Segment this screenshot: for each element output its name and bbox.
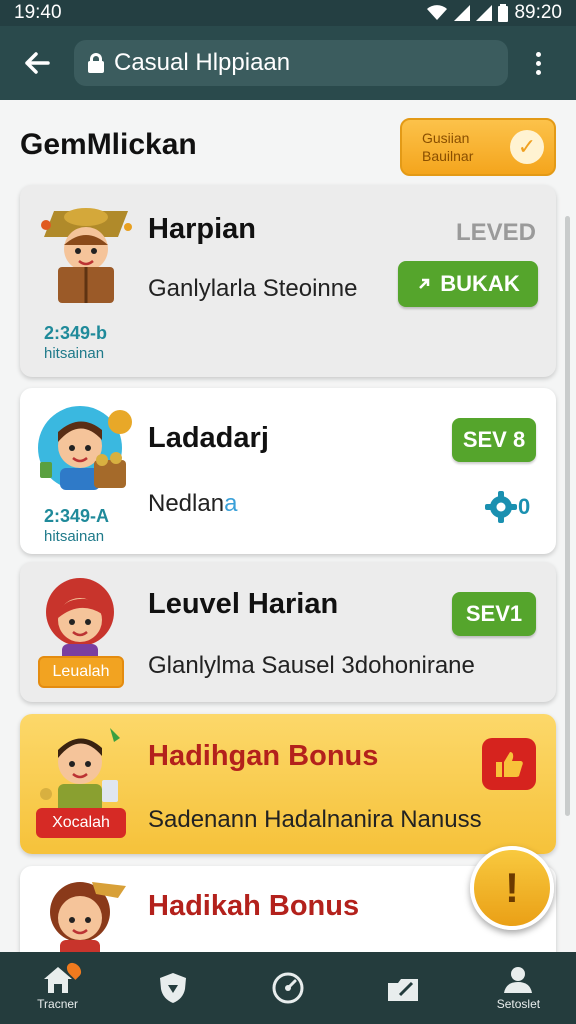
exclamation-icon: ! [505, 864, 519, 911]
level-button[interactable]: SEV 8 [452, 418, 536, 462]
wifi-icon [427, 5, 448, 20]
person-icon [504, 967, 533, 993]
mission-code: 2:349-A [44, 506, 110, 526]
bottom-navigation: Tracner Setoslet [0, 952, 576, 1024]
like-button[interactable] [482, 738, 536, 790]
dot-icon [535, 69, 541, 75]
top-action-button[interactable]: Gusiian Bauilnar ✓ [400, 118, 556, 176]
nav-item-shield[interactable] [115, 952, 230, 1024]
category-badge: Leualah [38, 656, 124, 688]
open-button[interactable]: BUKAK [398, 261, 538, 307]
status-bar: 19:40 89:20 [0, 0, 576, 26]
farmer-avatar-icon [38, 406, 132, 490]
app-bar: Casual Hlppiaan [0, 26, 576, 100]
girl-avatar-icon [46, 578, 114, 664]
shield-icon [159, 973, 186, 1003]
folder-icon [388, 979, 419, 1001]
status-time: 19:40 [14, 2, 62, 23]
gear-icon [485, 491, 517, 523]
dot-icon [535, 51, 541, 57]
content-area[interactable]: GemMlickan Gusiian Bauilnar ✓ 2:349-b hi… [0, 100, 576, 952]
nav-item-home[interactable]: Tracner [0, 952, 115, 1024]
settings-toggle[interactable]: 0 [484, 490, 530, 524]
bonus-badge: Xocalah [36, 808, 126, 838]
mission-owner: hitsainan [44, 345, 105, 362]
card-subtitle-text: Nedlan [148, 490, 225, 517]
page-title: GemMlickan [20, 128, 197, 161]
level-button[interactable]: SEV1 [452, 592, 536, 636]
scrollbar[interactable] [565, 216, 570, 816]
top-action-line1: Gusiian [422, 130, 470, 146]
mission-card-3[interactable]: Leualah Leuvel Harian Glanlylma Sausel 3… [20, 562, 556, 702]
card-subtitle: Sadenann Hadalnanira Nanuss [148, 806, 482, 833]
trader-avatar-icon [40, 728, 120, 814]
gauge-icon [272, 972, 304, 1004]
dot-icon [535, 60, 541, 66]
battery-icon [498, 4, 509, 22]
ranger-avatar-icon [50, 882, 126, 952]
explorer-avatar-icon [41, 208, 132, 303]
setting-value: 0 [518, 494, 531, 519]
signal-icon [454, 5, 471, 21]
thumbs-up-icon [496, 752, 523, 777]
overflow-menu-button[interactable] [518, 40, 558, 86]
top-action-line2: Bauilnar [422, 148, 474, 164]
card-subtitle-suffix: a [224, 490, 238, 517]
address-text: Casual Hlppiaan [114, 49, 291, 76]
chevron-right-icon [419, 278, 430, 289]
back-button[interactable] [14, 40, 60, 86]
mission-code: 2:349-b [44, 323, 108, 343]
back-arrow-icon [25, 52, 50, 74]
card-title: Hadihgan Bonus [148, 740, 379, 772]
mission-card-1[interactable]: 2:349-b hitsainan Harpian LEVED Ganlylar… [20, 185, 556, 377]
nav-item-profile[interactable]: Setoslet [461, 952, 576, 1024]
lock-icon [88, 53, 104, 73]
bonus-card-1[interactable]: Xocalah Hadihgan Bonus Sadenann Hadalnan… [20, 714, 556, 854]
card-title: Hadikah Bonus [148, 890, 360, 922]
mission-card-2[interactable]: 2:349-A hitsainan Ladadarj Nedlana SEV 8… [20, 388, 556, 554]
top-action-label: Gusiian Bauilnar [422, 129, 510, 165]
nav-label-profile: Setoslet [496, 997, 541, 1011]
card-title: Ladadarj [148, 422, 269, 454]
signal-icon-2 [476, 5, 493, 21]
card-subtitle: Glanlylma Sausel 3dohonirane [148, 652, 475, 679]
card-subtitle: Nedlana [148, 490, 237, 518]
level-status-label: LEVED [455, 219, 536, 246]
card-title: Leuvel Harian [148, 588, 339, 620]
open-button-label: BUKAK [440, 271, 520, 296]
mission-owner: hitsainan [44, 528, 105, 545]
check-badge-icon: ✓ [510, 130, 544, 164]
status-time-right: 89:20 [514, 2, 562, 23]
card-title: Harpian [148, 213, 256, 245]
nav-item-folder[interactable] [346, 952, 461, 1024]
status-icons: 89:20 [426, 2, 562, 24]
card-subtitle: Ganlylarla Steoinne [148, 275, 358, 302]
alert-fab-button[interactable]: ! [470, 846, 554, 930]
address-bar[interactable]: Casual Hlppiaan [74, 40, 508, 86]
nav-label-home: Tracner [37, 997, 79, 1011]
nav-item-gauge[interactable] [230, 952, 345, 1024]
